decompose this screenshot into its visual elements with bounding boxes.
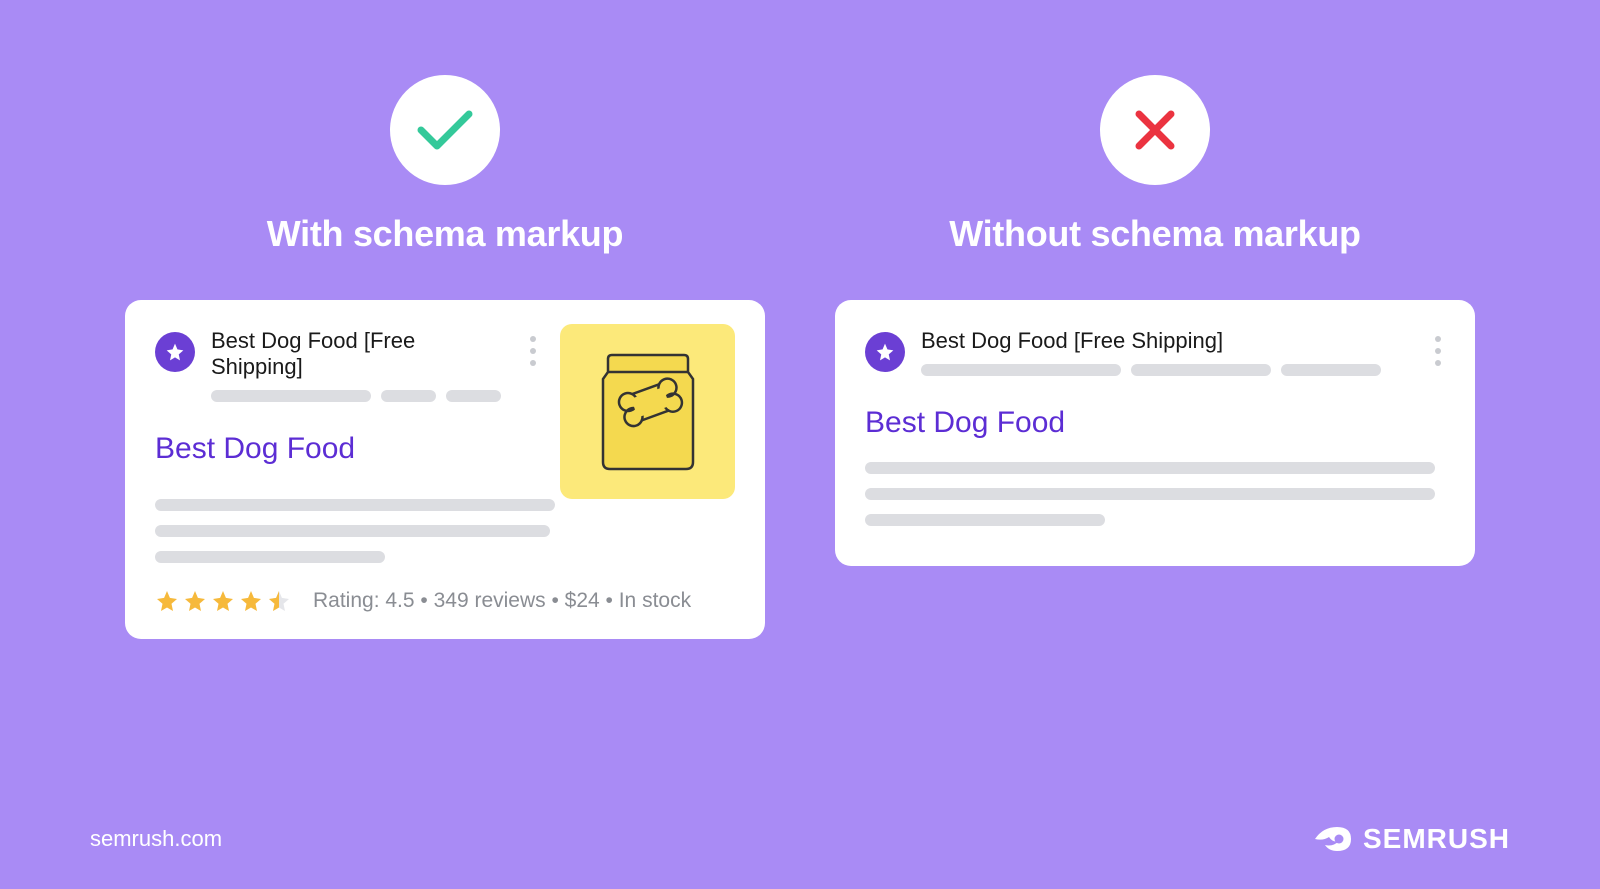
check-icon xyxy=(415,106,475,154)
star-full-icon xyxy=(183,589,207,613)
serp-card-with-schema: Best Dog Food [Free Shipping] Best Dog F… xyxy=(125,300,765,639)
check-badge xyxy=(390,75,500,185)
star-rating xyxy=(155,589,291,613)
breadcrumb-title: Best Dog Food [Free Shipping] xyxy=(211,328,510,380)
breadcrumb-placeholder xyxy=(921,364,1415,376)
rating-summary-text: Rating: 4.5 • 349 reviews • $24 • In sto… xyxy=(313,589,691,613)
more-menu-icon[interactable] xyxy=(1431,328,1445,366)
product-thumbnail xyxy=(560,324,735,499)
result-title[interactable]: Best Dog Food xyxy=(155,432,540,466)
more-menu-icon[interactable] xyxy=(526,328,540,366)
breadcrumb-placeholder xyxy=(211,390,510,402)
column-title-with: With schema markup xyxy=(267,213,623,255)
favicon xyxy=(865,332,905,372)
star-icon xyxy=(165,342,185,362)
comparison-columns: With schema markup Best Dog Food [Free S… xyxy=(0,0,1600,639)
result-title[interactable]: Best Dog Food xyxy=(865,406,1445,440)
rating-row: Rating: 4.5 • 349 reviews • $24 • In sto… xyxy=(155,589,735,613)
star-full-icon xyxy=(239,589,263,613)
column-with-schema: With schema markup Best Dog Food [Free S… xyxy=(125,75,765,639)
description-placeholder xyxy=(865,462,1445,526)
footer: semrush.com SEMRUSH xyxy=(0,823,1600,855)
breadcrumb-title: Best Dog Food [Free Shipping] xyxy=(921,328,1415,354)
cross-badge xyxy=(1100,75,1210,185)
star-half-icon xyxy=(267,589,291,613)
cross-icon xyxy=(1131,106,1179,154)
column-title-without: Without schema markup xyxy=(949,213,1360,255)
star-full-icon xyxy=(155,589,179,613)
semrush-fireball-icon xyxy=(1313,823,1353,855)
favicon xyxy=(155,332,195,372)
column-without-schema: Without schema markup Best Dog Food [Fre… xyxy=(835,75,1475,639)
brand-name: SEMRUSH xyxy=(1363,823,1510,855)
brand-logo: SEMRUSH xyxy=(1313,823,1510,855)
star-full-icon xyxy=(211,589,235,613)
dog-food-bag-icon xyxy=(593,347,703,477)
serp-card-without-schema: Best Dog Food [Free Shipping] Best Dog F… xyxy=(835,300,1475,566)
star-icon xyxy=(875,342,895,362)
description-placeholder xyxy=(155,499,735,563)
footer-url: semrush.com xyxy=(90,826,222,852)
